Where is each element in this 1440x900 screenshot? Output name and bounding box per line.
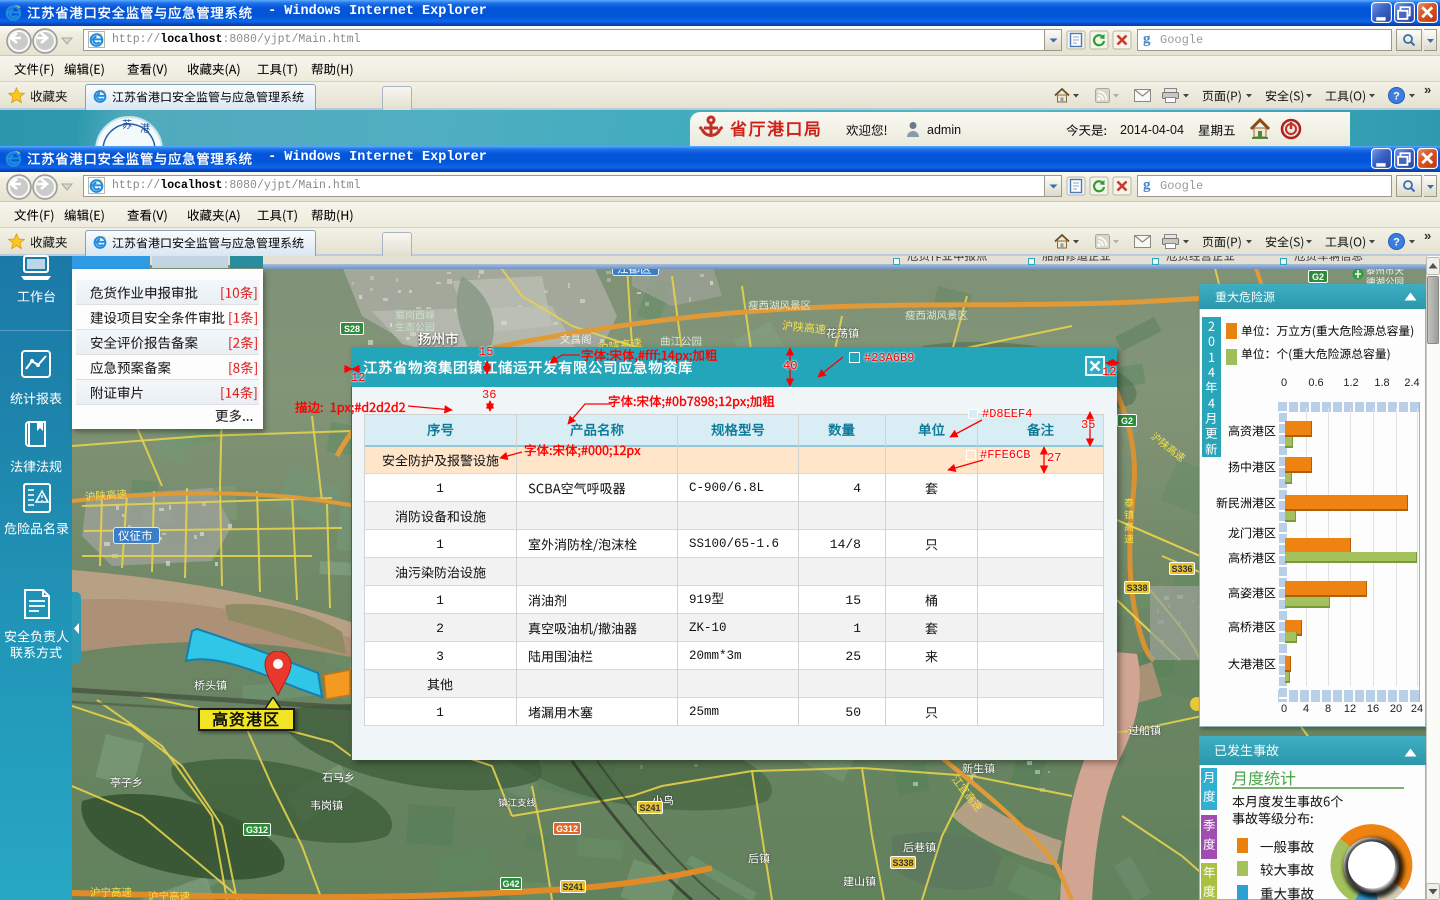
- svg-text:?: ?: [1393, 237, 1400, 249]
- svg-text:苏: 苏: [122, 118, 132, 131]
- svg-text:港: 港: [140, 123, 150, 135]
- svg-text:?: ?: [1393, 91, 1400, 103]
